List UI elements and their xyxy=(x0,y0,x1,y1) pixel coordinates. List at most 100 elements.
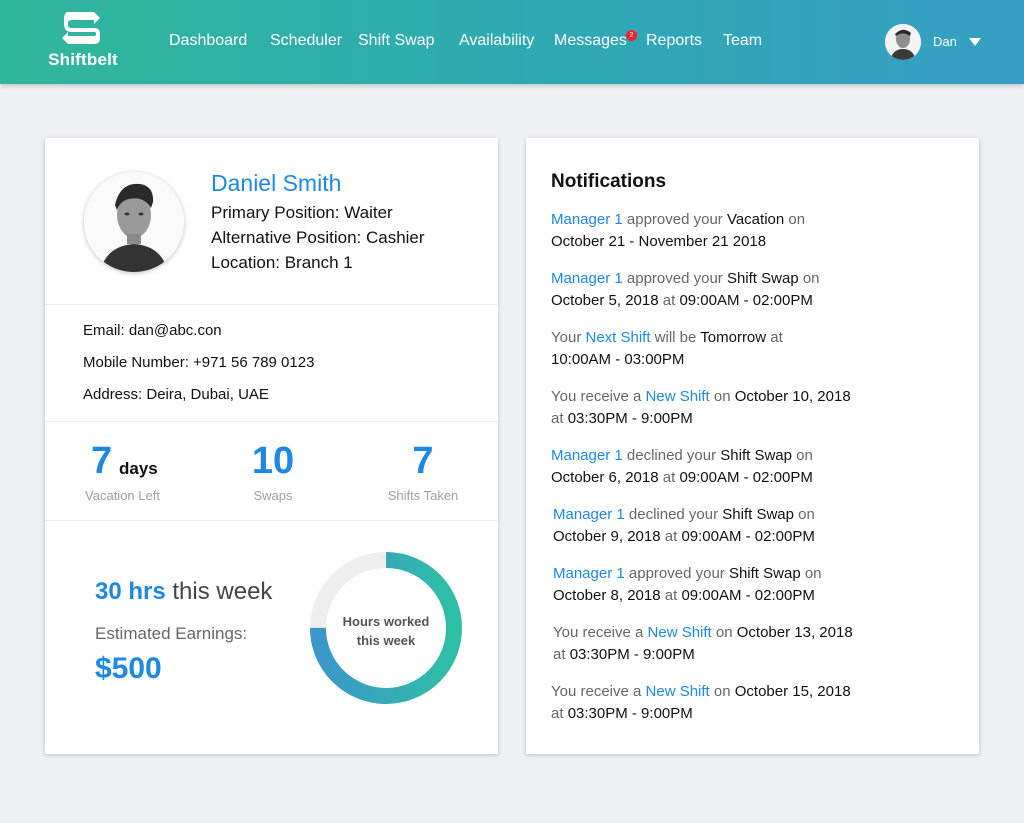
shifts-taken-label: Shifts Taken xyxy=(387,488,459,503)
nav-team[interactable]: Team xyxy=(723,32,762,50)
notification-item: Your Next Shift will be Tomorrow at 10:0… xyxy=(551,327,783,371)
notification-date: October 5, 2018 xyxy=(551,292,659,309)
notification-link[interactable]: New Shift xyxy=(648,624,712,641)
contact-mobile: Mobile Number: +971 56 789 0123 xyxy=(83,354,315,371)
hours-value: 30 hrs xyxy=(95,578,166,605)
shifts-taken-value: 7 xyxy=(412,440,434,482)
notification-item: Manager 1 approved your Vacation on Octo… xyxy=(551,209,805,253)
notification-time: 03:30PM - 9:00PM xyxy=(569,646,695,663)
divider xyxy=(45,520,498,521)
notification-text: on xyxy=(784,211,806,228)
donut-label: Hours worked this week xyxy=(330,612,442,650)
notification-text: Your xyxy=(551,329,586,346)
notification-link[interactable]: Manager 1 xyxy=(551,211,623,228)
notification-text: at xyxy=(551,705,568,722)
notification-item: You receive a New Shift on October 10, 2… xyxy=(551,386,851,430)
notification-text: at xyxy=(658,469,680,486)
notification-text: at xyxy=(660,587,682,604)
notification-time: 09:00AM - 02:00PM xyxy=(679,292,813,309)
chevron-down-icon[interactable] xyxy=(969,38,981,46)
notification-time: 03:30PM - 9:00PM xyxy=(567,705,693,722)
notification-date: October 6, 2018 xyxy=(551,469,659,486)
notification-link[interactable]: New Shift xyxy=(646,388,710,405)
nav-messages[interactable]: Messages 2 xyxy=(554,30,637,50)
notification-item: You receive a New Shift on October 15, 2… xyxy=(551,681,851,725)
profile-portrait-icon xyxy=(84,172,184,272)
profile-avatar xyxy=(84,172,184,272)
notification-text: declined your xyxy=(622,447,721,464)
nav-dashboard[interactable]: Dashboard xyxy=(169,32,247,50)
notification-item: Manager 1 approved your Shift Swap on Oc… xyxy=(551,268,820,312)
brand-logo[interactable]: Shiftbelt xyxy=(46,8,120,70)
alternative-position: Alternative Position: Cashier xyxy=(211,228,425,247)
notification-emphasis: Tomorrow xyxy=(700,329,767,346)
estimated-earnings-value: $500 xyxy=(95,652,162,685)
notification-link[interactable]: Manager 1 xyxy=(551,270,623,287)
notification-date: October 9, 2018 xyxy=(553,528,661,545)
notifications-card: Notifications Manager 1 approved your Va… xyxy=(526,138,979,754)
notification-text: approved your xyxy=(622,270,727,287)
notification-time: 10:00AM - 03:00PM xyxy=(551,351,685,368)
notification-text: on xyxy=(798,270,820,287)
shiftbelt-logo-icon xyxy=(62,12,100,44)
notification-text: declined your xyxy=(624,506,723,523)
notification-text: on xyxy=(711,624,737,641)
location: Location: Branch 1 xyxy=(211,253,353,272)
estimated-earnings-label: Estimated Earnings: xyxy=(95,624,248,643)
notification-item: Manager 1 declined your Shift Swap on Oc… xyxy=(553,504,815,548)
notification-date: October 13, 2018 xyxy=(736,624,853,641)
nav-scheduler[interactable]: Scheduler xyxy=(270,32,342,50)
notification-link[interactable]: Next Shift xyxy=(585,329,650,346)
user-avatar[interactable] xyxy=(885,24,921,60)
notification-text: at xyxy=(551,410,568,427)
top-navigation-bar: Shiftbelt Dashboard Scheduler Shift Swap… xyxy=(0,0,1024,84)
profile-name: Daniel Smith xyxy=(211,170,342,196)
notification-text: at xyxy=(553,646,570,663)
notification-link[interactable]: New Shift xyxy=(646,683,710,700)
notification-text: on xyxy=(800,565,822,582)
notification-text: You receive a xyxy=(551,388,646,405)
notification-text: on xyxy=(794,506,815,523)
vacation-left-unit: days xyxy=(119,459,158,478)
notification-text: on xyxy=(709,388,735,405)
notification-text: at xyxy=(660,528,682,545)
notification-link[interactable]: Manager 1 xyxy=(551,447,623,464)
nav-reports[interactable]: Reports xyxy=(646,32,702,50)
notification-text: You receive a xyxy=(551,683,646,700)
notification-date: October 15, 2018 xyxy=(734,683,851,700)
nav-availability[interactable]: Availability xyxy=(459,32,534,50)
brand-name: Shiftbelt xyxy=(48,50,118,69)
notification-time: 09:00AM - 02:00PM xyxy=(679,469,813,486)
hours-this-week: 30 hrs this week xyxy=(95,578,272,606)
notification-item: Manager 1 approved your Shift Swap on Oc… xyxy=(553,563,822,607)
swaps-label: Swaps xyxy=(253,488,293,503)
notification-link[interactable]: Manager 1 xyxy=(553,506,625,523)
nav-shift-swap[interactable]: Shift Swap xyxy=(358,32,434,50)
vacation-left-value: 7 xyxy=(91,440,113,482)
notification-link[interactable]: Manager 1 xyxy=(553,565,625,582)
notification-emphasis: Shift Swap xyxy=(726,270,799,287)
messages-count-badge: 2 xyxy=(626,30,637,41)
donut-label-line2: this week xyxy=(356,633,416,648)
swaps-value: 10 xyxy=(251,440,295,482)
notification-item: Manager 1 declined your Shift Swap on Oc… xyxy=(551,445,813,489)
donut-label-line1: Hours worked xyxy=(342,614,430,629)
notification-emphasis: Shift Swap xyxy=(720,447,792,464)
notification-time: 03:30PM - 9:00PM xyxy=(567,410,693,427)
notification-text: approved your xyxy=(624,565,729,582)
notifications-title: Notifications xyxy=(551,171,667,192)
nav-messages-label: Messages xyxy=(554,32,627,49)
user-name[interactable]: Dan xyxy=(933,34,957,49)
notification-time: 09:00AM - 02:00PM xyxy=(681,587,815,604)
notification-date: October 21 - November 21 2018 xyxy=(551,233,767,250)
notification-emphasis: Shift Swap xyxy=(722,506,794,523)
notification-text: on xyxy=(709,683,735,700)
notification-time: 09:00AM - 02:00PM xyxy=(681,528,815,545)
notification-date: October 8, 2018 xyxy=(553,587,661,604)
user-avatar-portrait-icon xyxy=(885,24,921,60)
notification-text: You receive a xyxy=(553,624,648,641)
notification-item: You receive a New Shift on October 13, 2… xyxy=(553,622,853,666)
notification-text: at xyxy=(766,329,783,346)
hours-suffix: this week xyxy=(172,578,273,605)
notification-emphasis: Shift Swap xyxy=(728,565,801,582)
